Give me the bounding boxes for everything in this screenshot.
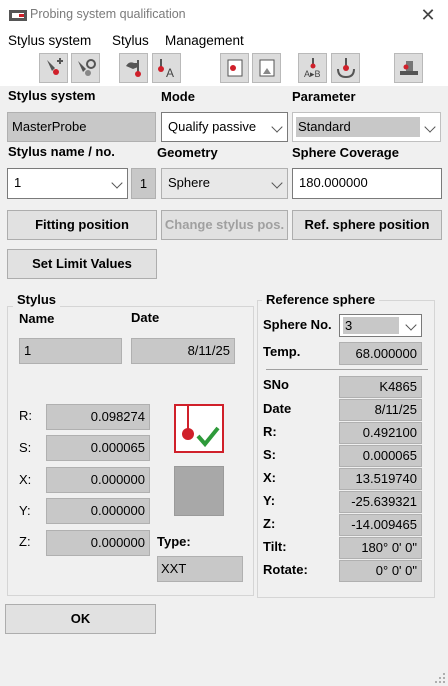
window-title: Probing system qualification [30,7,186,21]
stylus-x-field: 0.000000 [46,467,150,493]
divider [266,369,428,370]
menu-stylus[interactable]: Stylus [112,33,149,48]
sphere-x-label: X: [263,470,276,485]
probe-target-icon[interactable] [331,53,360,83]
sphere-date-field: 8/11/25 [339,399,422,421]
sphere-no-select-value: 3 [343,317,399,334]
reference-sphere-group-title: Reference sphere [262,292,380,307]
chevron-down-icon [405,319,417,331]
sphere-coverage-label: Sphere Coverage [292,145,399,160]
temp-label: Temp. [263,344,301,359]
sphere-date-label: Date [263,401,292,416]
mode-label: Mode [161,89,195,104]
mode-select-value: Qualify passive [168,119,257,134]
change-stylus-pos-button[interactable]: Change stylus pos. [161,210,288,240]
stylus-name-field: 1 [19,338,122,364]
stylus-s-field: 0.000065 [46,435,150,461]
menu-management[interactable]: Management [165,33,244,48]
stylus-r-field: 0.098274 [46,404,150,430]
stylus-name-col-label: Name [19,311,55,326]
geometry-select[interactable]: Sphere [161,168,288,199]
stylus-z-field: 0.000000 [46,530,150,556]
stylus-y-field: 0.000000 [46,498,150,524]
sphere-x-field: 13.519740 [339,468,422,490]
chevron-down-icon [271,177,283,189]
stylus-date-field: 8/11/25 [131,338,235,364]
resize-grip-icon[interactable] [434,672,446,684]
stylus-edit-icon[interactable] [71,53,100,83]
mode-select[interactable]: Qualify passive [161,112,288,142]
sphere-y-field: -25.639321 [339,491,422,513]
ref-sphere-position-button[interactable]: Ref. sphere position [292,210,442,240]
probe-hand-icon[interactable] [119,53,148,83]
stylus-name-select[interactable]: 1 [7,168,128,199]
geometry-select-value: Sphere [168,175,210,190]
tilt-field: 180° 0' 0" [339,537,422,559]
geometry-label: Geometry [157,145,218,160]
stylus-add-icon[interactable] [39,53,68,83]
main-panel: Stylus system Mode Parameter MasterProbe… [0,86,448,686]
title-bar: Probing system qualification ✕ [0,0,448,30]
machine-icon[interactable] [394,53,423,83]
temp-field: 68.000000 [339,342,422,365]
parameter-select[interactable]: Standard [292,112,441,142]
sno-label: SNo [263,377,289,392]
rotate-label: Rotate: [263,562,308,577]
sphere-y-label: Y: [263,493,276,508]
parameter-select-value: Standard [296,117,420,137]
stylus-type-field: XXT [157,556,243,582]
ab-icon[interactable]: A▸B [298,53,327,83]
toolbar: A A▸B [0,52,448,88]
svg-text:A▸B: A▸B [304,69,321,79]
sphere-r-label: R: [263,424,277,439]
probe-a-icon[interactable]: A [152,53,181,83]
stylus-group-title: Stylus [13,292,61,307]
sphere-z-label: Z: [263,516,276,531]
sno-field: K4865 [339,376,422,398]
stylus-s-label: S: [19,440,32,455]
ok-button[interactable]: OK [5,604,156,634]
stylus-type-label: Type: [157,534,191,549]
probe-check-icon [182,406,220,448]
app-icon [9,10,27,21]
probe-qualified-icon [174,404,224,453]
stylus-y-label: Y: [19,503,31,518]
stylus-name-select-value: 1 [14,175,22,190]
page-red-icon[interactable] [220,53,249,83]
chevron-down-icon [111,177,123,189]
sphere-s-label: S: [263,447,276,462]
fitting-position-button[interactable]: Fitting position [7,210,157,240]
chevron-down-icon [271,121,283,133]
stylus-r-label: R: [19,408,32,423]
sphere-no-label: Sphere No. [263,317,332,332]
stylus-preview-image [174,466,224,516]
stylus-name-label: Stylus name / no. [8,144,115,159]
menu-bar: Stylus system Stylus Management [0,30,448,52]
page-icon[interactable] [252,53,281,83]
stylus-system-field: MasterProbe [7,112,156,142]
sphere-r-field: 0.492100 [339,422,422,444]
stylus-x-label: X: [19,472,32,487]
stylus-system-label: Stylus system [8,88,96,103]
chevron-down-icon [424,121,436,133]
menu-stylus-system[interactable]: Stylus system [8,33,91,48]
sphere-z-field: -14.009465 [339,514,422,536]
svg-text:A: A [166,66,174,79]
tilt-label: Tilt: [263,539,287,554]
sphere-no-select[interactable]: 3 [339,314,422,337]
parameter-label: Parameter [292,89,356,104]
stylus-number-field: 1 [131,168,156,199]
sphere-coverage-input[interactable]: 180.000000 [292,168,442,199]
sphere-s-field: 0.000065 [339,445,422,467]
set-limit-values-button[interactable]: Set Limit Values [7,249,157,279]
stylus-z-label: Z: [19,534,31,549]
stylus-date-col-label: Date [131,310,160,325]
close-icon[interactable]: ✕ [414,4,442,26]
rotate-field: 0° 0' 0" [339,560,422,582]
